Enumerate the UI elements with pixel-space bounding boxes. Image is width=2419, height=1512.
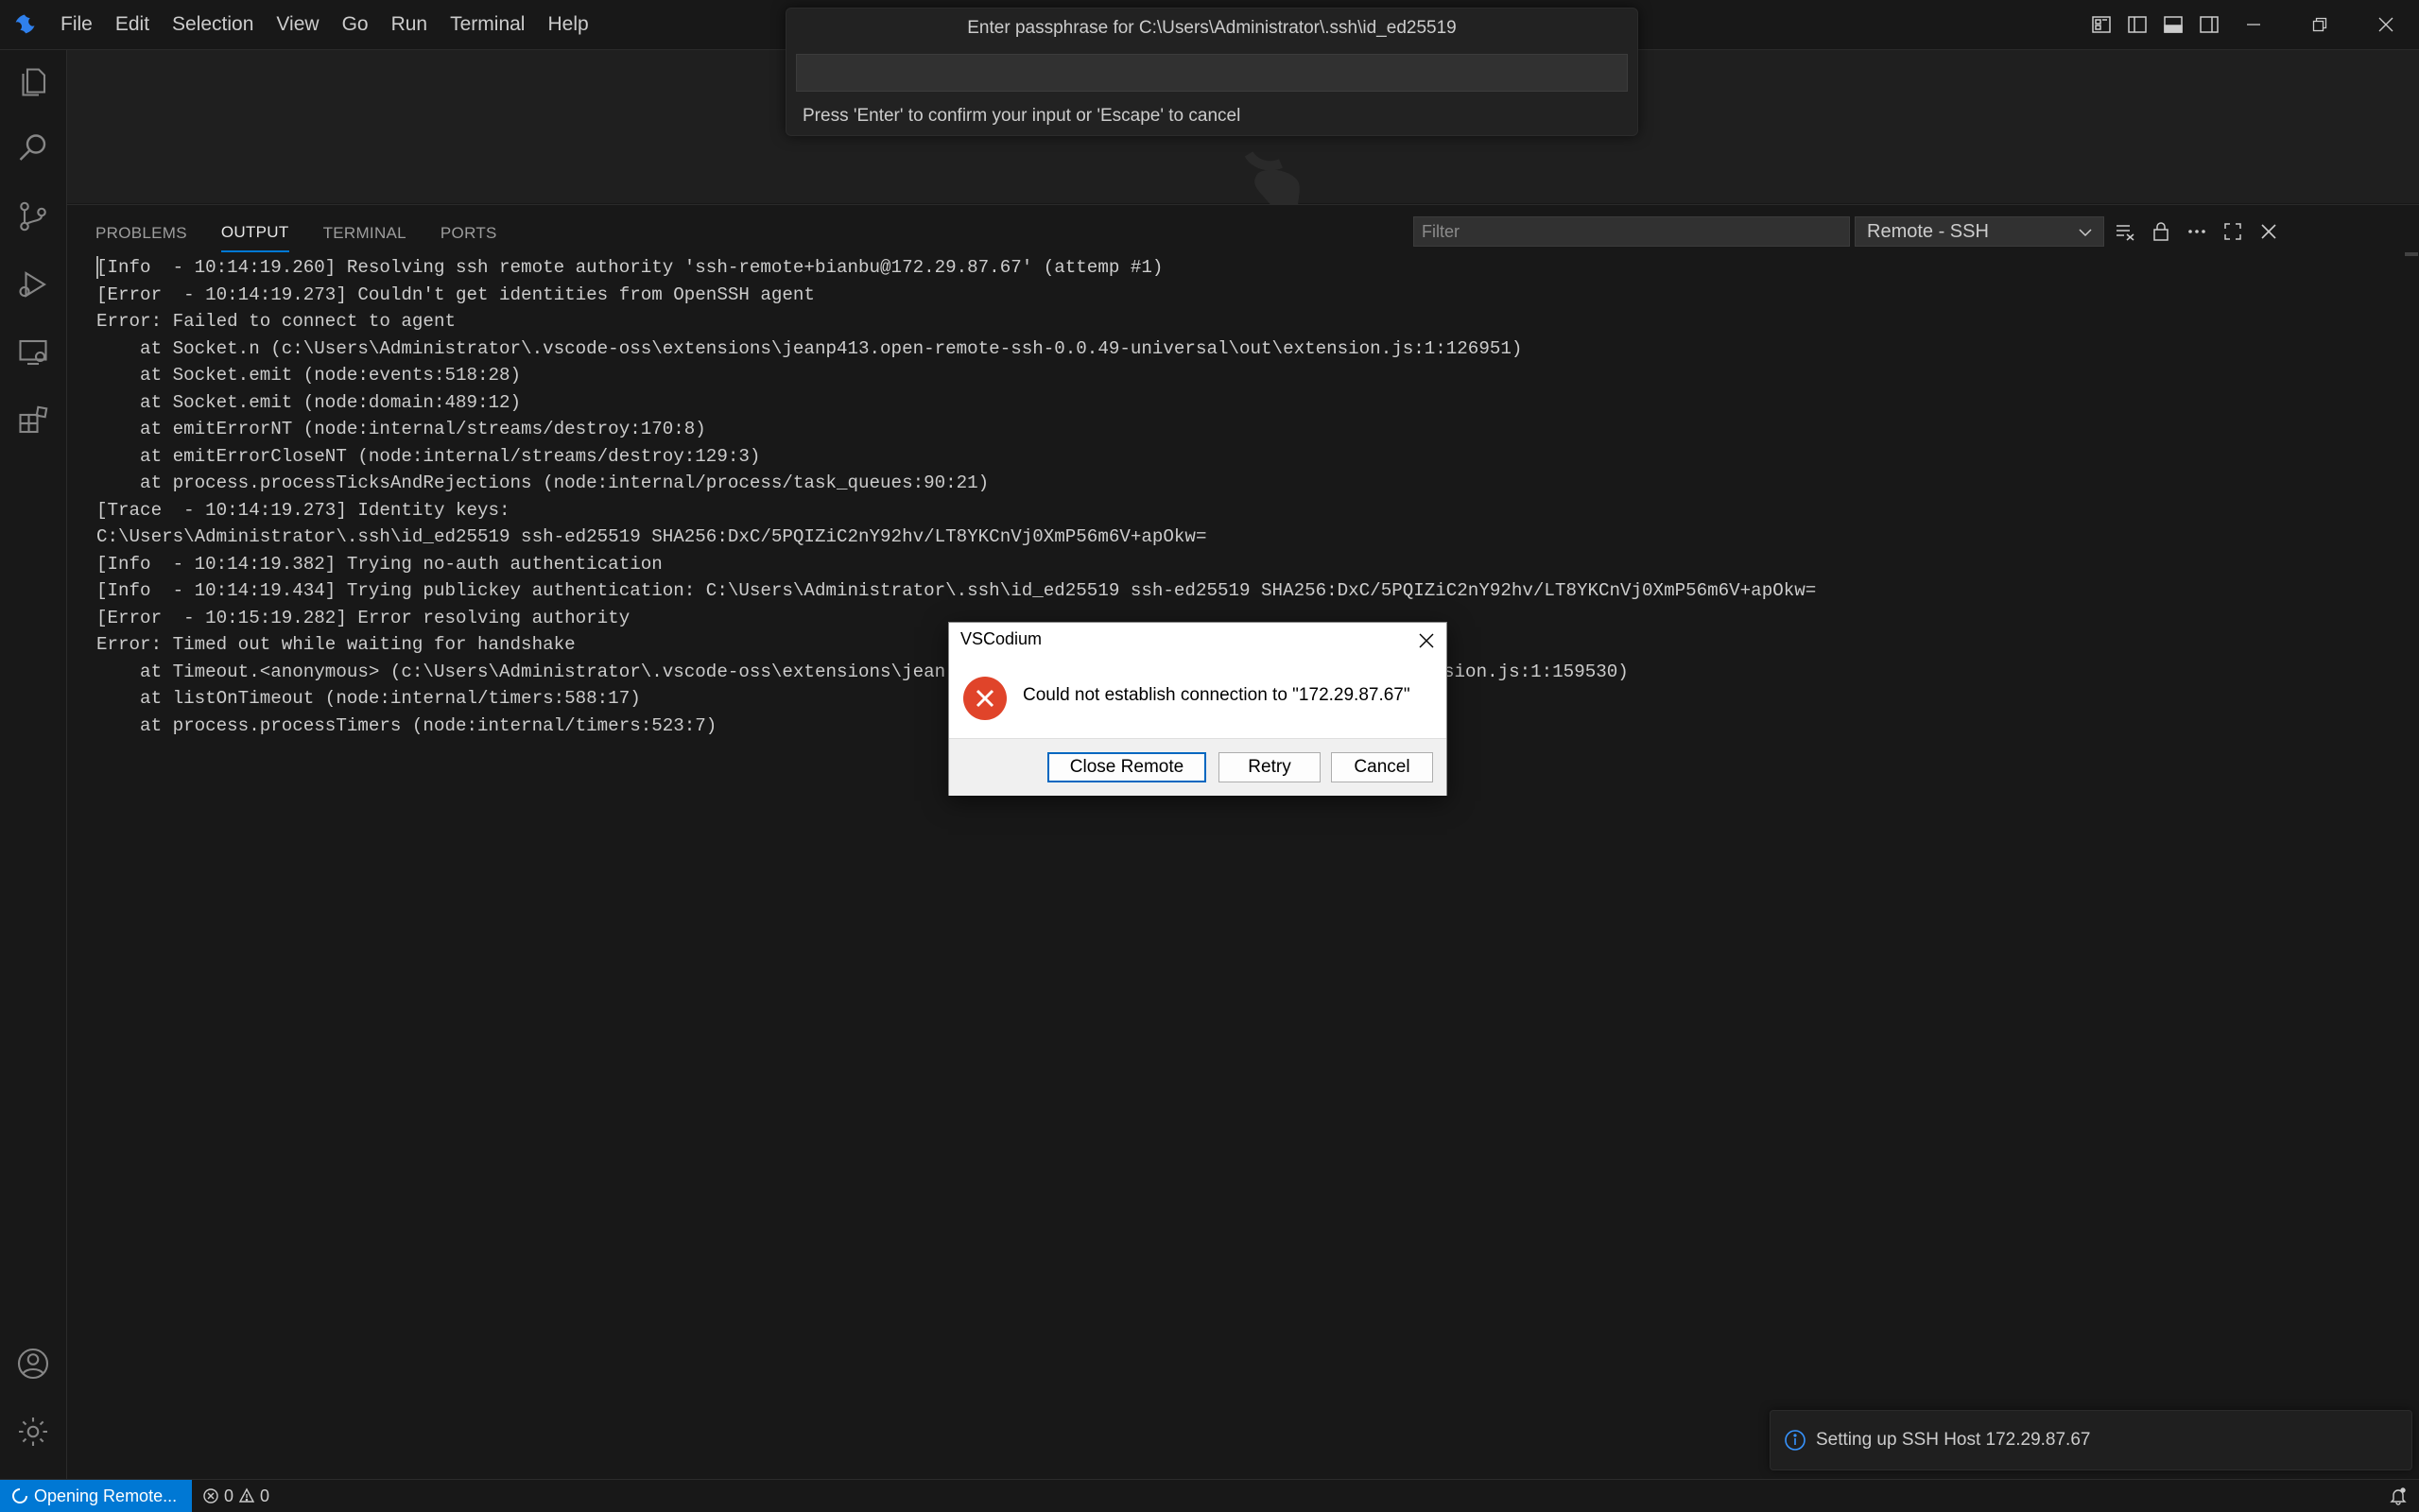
restore-button[interactable] (2287, 0, 2353, 49)
error-count-icon (203, 1488, 218, 1503)
status-bar: Opening Remote... 0 0 (0, 1479, 2419, 1512)
tab-terminal[interactable]: TERMINAL (323, 215, 406, 252)
close-window-button[interactable] (2353, 0, 2419, 49)
menu-bar: File Edit Selection View Go Run Terminal… (49, 0, 600, 49)
source-control-icon[interactable] (16, 199, 50, 233)
info-icon (1785, 1430, 1806, 1451)
error-count: 0 (224, 1486, 234, 1505)
log-line: C:\Users\Administrator\.ssh\id_ed25519 s… (96, 526, 1207, 547)
minimize-icon (2247, 24, 2260, 26)
log-line: at Socket.n (c:\Users\Administrator\.vsc… (96, 337, 1523, 359)
log-line: [Info - 10:14:19.434] Trying publickey a… (96, 580, 1817, 601)
notification-message: Setting up SSH Host 172.29.87.67 (1816, 1430, 2091, 1450)
notifications-bell-icon[interactable] (2389, 1486, 2408, 1505)
lock-scroll-icon[interactable] (2150, 220, 2172, 243)
remote-explorer-icon[interactable] (16, 335, 50, 369)
maximize-panel-icon[interactable] (2221, 220, 2244, 243)
window-controls (2220, 0, 2419, 49)
log-line: Error: Failed to connect to agent (96, 311, 456, 332)
output-filter-input[interactable] (1413, 216, 1850, 247)
minimize-button[interactable] (2220, 0, 2287, 49)
retry-button[interactable]: Retry (1218, 752, 1321, 782)
panel-actions (2114, 216, 2280, 247)
explorer-icon[interactable] (16, 65, 50, 99)
tab-output[interactable]: OUTPUT (220, 215, 289, 252)
log-line: [Error - 10:14:19.273] Couldn't get iden… (96, 284, 815, 305)
menu-run[interactable]: Run (380, 0, 440, 49)
dialog-close-button[interactable] (1412, 627, 1441, 655)
menu-selection[interactable]: Selection (161, 0, 265, 49)
quick-input-title: Enter passphrase for C:\Users\Administra… (967, 18, 1457, 38)
clear-output-icon[interactable] (2114, 220, 2136, 243)
toggle-secondary-sidebar-icon[interactable] (2198, 13, 2220, 36)
remote-status-label: Opening Remote... (34, 1486, 178, 1505)
restore-icon (2312, 17, 2327, 32)
dialog-message: Could not establish connection to "172.2… (1023, 685, 1410, 705)
menu-edit[interactable]: Edit (104, 0, 161, 49)
chevron-down-icon (2079, 229, 2092, 237)
passphrase-input[interactable] (796, 54, 1628, 92)
menu-view[interactable]: View (265, 0, 330, 49)
layout-controls (2090, 0, 2220, 49)
vscodium-logo-icon (15, 14, 35, 34)
menu-go[interactable]: Go (331, 0, 380, 49)
panel-tabs: PROBLEMS OUTPUT TERMINAL PORTS (95, 215, 497, 252)
close-icon (1419, 633, 1434, 648)
log-line: at Socket.emit (node:domain:489:12) (96, 391, 522, 413)
menu-file[interactable]: File (49, 0, 104, 49)
menu-help[interactable]: Help (536, 0, 599, 49)
accounts-icon[interactable] (16, 1347, 50, 1381)
log-line: [Trace - 10:14:19.273] Identity keys: (96, 499, 510, 521)
log-line: [Info - 10:14:19.382] Trying no-auth aut… (96, 553, 663, 575)
close-icon (2378, 17, 2393, 32)
scrollbar[interactable] (2405, 252, 2418, 256)
log-line: at emitErrorNT (node:internal/streams/de… (96, 419, 706, 439)
run-debug-icon[interactable] (16, 267, 50, 301)
remote-indicator[interactable]: Opening Remote... (0, 1480, 192, 1512)
output-channel-label: Remote - SSH (1867, 221, 1989, 242)
close-remote-button[interactable]: Close Remote (1047, 752, 1206, 782)
quick-input-widget: Enter passphrase for C:\Users\Administra… (786, 8, 1638, 136)
problems-status[interactable]: 0 0 (202, 1480, 269, 1512)
error-dialog: VSCodium Could not establish connection … (948, 622, 1447, 796)
warning-count-icon (238, 1487, 255, 1503)
close-panel-icon[interactable] (2257, 220, 2280, 243)
dialog-body: Could not establish connection to "172.2… (949, 662, 1446, 729)
tab-ports[interactable]: PORTS (441, 215, 497, 252)
toggle-primary-sidebar-icon[interactable] (2126, 13, 2149, 36)
log-line: at Socket.emit (node:events:518:28) (96, 365, 522, 386)
output-channel-select[interactable]: Remote - SSH (1855, 216, 2104, 247)
text-cursor (96, 256, 98, 279)
log-line: at process.processTicksAndRejections (no… (96, 472, 990, 493)
log-line-text-overflow: ension.js:1:159530) (1422, 661, 1629, 682)
more-actions-icon[interactable] (2186, 220, 2208, 243)
cancel-button[interactable]: Cancel (1331, 752, 1433, 782)
bottom-panel: PROBLEMS OUTPUT TERMINAL PORTS Remote - … (67, 204, 2419, 1480)
error-icon (963, 677, 1007, 720)
log-line: [Info - 10:14:19.260] Resolving ssh remo… (96, 257, 1164, 278)
loading-spinner-icon (12, 1488, 27, 1503)
dialog-title: VSCodium (960, 629, 1043, 648)
warning-count: 0 (260, 1486, 270, 1505)
toggle-panel-icon[interactable] (2162, 13, 2185, 36)
tab-problems[interactable]: PROBLEMS (95, 215, 187, 252)
settings-gear-icon[interactable] (16, 1415, 50, 1449)
notification-toast[interactable]: Setting up SSH Host 172.29.87.67 (1770, 1410, 2412, 1470)
extensions-icon[interactable] (16, 404, 50, 438)
search-icon[interactable] (16, 131, 50, 165)
menu-terminal[interactable]: Terminal (439, 0, 536, 49)
dialog-footer: Close Remote Retry Cancel (949, 738, 1446, 796)
customize-layout-icon[interactable] (2090, 13, 2113, 36)
log-line: at emitErrorCloseNT (node:internal/strea… (96, 445, 761, 467)
activity-bar (0, 50, 67, 1479)
log-line-text: at Timeout.<anonymous> (c:\Users\Adminis… (96, 661, 946, 682)
quick-input-message: Press 'Enter' to confirm your input or '… (803, 106, 1241, 126)
